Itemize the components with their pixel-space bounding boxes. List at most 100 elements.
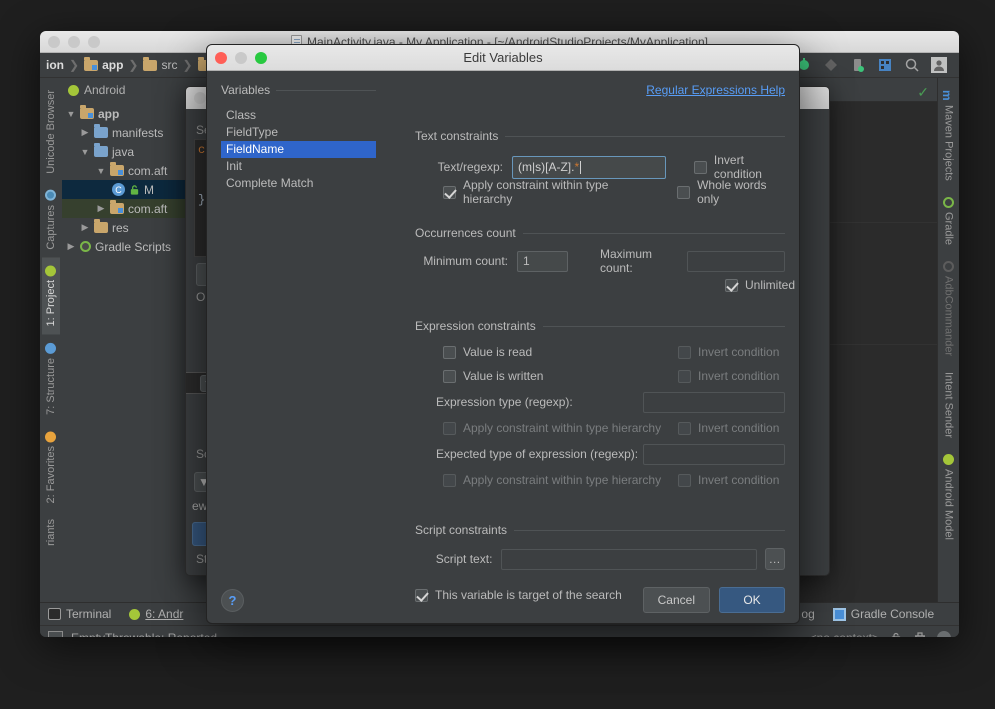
edit-variables-dialog[interactable]: Edit Variables Regular Expressions Help … [206, 44, 800, 624]
checkbox-box[interactable] [677, 185, 691, 199]
tool-window-terminal[interactable]: Terminal [48, 607, 111, 621]
expand-arrow-right-icon[interactable]: ▶ [80, 127, 90, 138]
script-browse-button[interactable]: … [765, 548, 785, 570]
folder-blue-icon [94, 143, 108, 157]
maximum-count-label: Maximum count: [600, 247, 653, 275]
unlock-status-icon[interactable] [889, 631, 903, 637]
ide-status-bar: EmptyThrowable: Reported <no context> [40, 625, 959, 637]
checkbox-box[interactable] [443, 185, 456, 199]
expression-type-input[interactable] [643, 391, 785, 413]
expand-arrow-down-icon[interactable]: ▼ [96, 166, 106, 176]
sidebar-item-adbcommander[interactable]: AdbCommander [940, 253, 958, 364]
variable-item-class[interactable]: Class [221, 107, 376, 124]
event-log-icon[interactable] [48, 631, 63, 637]
unlimited-checkbox[interactable]: Unlimited [725, 273, 795, 297]
sidebar-item-android-model[interactable]: Android Model [940, 446, 958, 548]
checkbox-label: Whole words only [697, 178, 767, 206]
sidebar-label: 7: Structure [45, 357, 57, 415]
ok-button[interactable]: OK [719, 587, 785, 613]
user-icon[interactable] [931, 57, 947, 73]
tool-window-android-monitor[interactable]: 6: Andr [129, 607, 183, 621]
text-regexp-input[interactable]: (m|s)[A-Z]. * [512, 155, 666, 179]
checkbox-box[interactable] [693, 160, 707, 174]
expand-arrow-right-icon[interactable]: ▶ [80, 222, 90, 233]
sidebar-item-captures[interactable]: Captures [42, 182, 60, 258]
variable-item-complete-match[interactable]: Complete Match [221, 175, 376, 192]
checkbox-box[interactable] [678, 421, 691, 435]
breadcrumb-item-1[interactable]: app [84, 56, 123, 72]
group-label: Text constraints [415, 129, 499, 143]
variable-item-init[interactable]: Init [221, 158, 376, 175]
sidebar-item-favorites[interactable]: 2: Favorites [42, 423, 60, 511]
breadcrumb-item-2[interactable]: src [143, 56, 177, 72]
dialog-close-button[interactable] [215, 51, 227, 64]
script-text-input[interactable] [501, 548, 758, 570]
checkbox-box[interactable] [443, 345, 456, 359]
checkbox-label: Value is written [463, 369, 544, 383]
search-icon[interactable] [904, 57, 920, 73]
value-is-read-invert-checkbox[interactable]: Invert condition [678, 340, 779, 364]
sidebar-item-gradle[interactable]: Gradle [940, 189, 958, 253]
bg-dialog-close-button[interactable] [194, 92, 206, 104]
exp-apply-hierarchy-checkbox[interactable]: Apply constraint within type hierarchy [443, 468, 678, 492]
exp-apply-invert-checkbox[interactable]: Invert condition [678, 468, 779, 492]
dialog-maximize-button[interactable] [255, 51, 267, 64]
minimum-count-input[interactable] [517, 250, 569, 272]
expand-arrow-right-icon[interactable]: ▶ [96, 203, 106, 214]
checkbox-box[interactable] [678, 345, 691, 359]
variable-is-target-checkbox[interactable]: This variable is target of the search [415, 583, 622, 607]
sidebar-item-intent-sender[interactable]: Intent Sender [940, 364, 958, 446]
expr-apply-hierarchy-checkbox[interactable]: Apply constraint within type hierarchy [443, 416, 678, 440]
sidebar-label: Maven Projects [942, 105, 955, 181]
sidebar-item-maven-projects[interactable]: m Maven Projects [940, 82, 958, 189]
expand-arrow-down-icon[interactable]: ▼ [66, 109, 76, 119]
expand-arrow-down-icon[interactable]: ▼ [80, 147, 90, 157]
sidebar-item-structure[interactable]: 7: Structure [42, 335, 60, 423]
tool-window-log[interactable]: og [801, 607, 814, 621]
tool-window-gradle-console[interactable]: Gradle Console [832, 607, 934, 621]
expected-type-hierarchy-row: Apply constraint within type hierarchy I… [415, 468, 785, 492]
checkbox-box[interactable] [725, 278, 738, 292]
sidebar-item-variants[interactable]: riants [42, 511, 60, 554]
checkbox-box[interactable] [678, 473, 691, 487]
maximum-count-input[interactable] [687, 250, 785, 272]
checkbox-box[interactable] [443, 421, 456, 435]
variable-item-fieldtype[interactable]: FieldType [221, 124, 376, 141]
sidebar-label: AdbCommander [942, 275, 955, 356]
variables-list[interactable]: Class FieldType FieldName Init Complete … [221, 107, 376, 192]
variable-item-fieldname[interactable]: FieldName [221, 141, 376, 158]
checkbox-box[interactable] [443, 473, 456, 487]
whole-words-only-checkbox[interactable]: Whole words only [677, 178, 785, 206]
value-is-read-checkbox[interactable]: Value is read [443, 340, 678, 364]
inspector-status-icon[interactable] [913, 631, 927, 637]
sidebar-label: Captures [45, 204, 57, 250]
text-invert-condition-checkbox[interactable]: Invert condition [693, 153, 785, 181]
layout-inspector-icon[interactable] [877, 57, 893, 73]
expand-arrow-right-icon[interactable]: ▶ [66, 241, 76, 252]
sidebar-item-project[interactable]: 1: Project [42, 257, 60, 335]
dialog-titlebar: Edit Variables [207, 45, 799, 71]
regular-expressions-help-link[interactable]: Regular Expressions Help [646, 83, 785, 97]
memory-indicator-icon[interactable] [937, 630, 951, 637]
sdk-manager-icon[interactable] [823, 57, 839, 73]
expected-type-input[interactable] [643, 443, 785, 465]
cancel-button[interactable]: Cancel [642, 587, 710, 613]
dialog-window-controls[interactable] [215, 51, 267, 64]
help-button[interactable]: ? [221, 589, 244, 612]
checkbox-box[interactable] [443, 369, 456, 383]
apply-constraint-hierarchy-checkbox[interactable]: Apply constraint within type hierarchy [443, 178, 648, 206]
occurrences-count-group: Occurrences count Minimum count: Maximum… [415, 226, 795, 297]
value-is-written-invert-checkbox[interactable]: Invert condition [678, 364, 779, 388]
breadcrumb-item-0[interactable]: ion [46, 58, 64, 72]
checkbox-box[interactable] [678, 369, 691, 383]
checkbox-box[interactable] [415, 588, 428, 602]
value-is-written-checkbox[interactable]: Value is written [443, 364, 678, 388]
dialog-minimize-button[interactable] [235, 51, 247, 64]
right-tool-window-bar: m Maven Projects Gradle AdbCommander Int… [937, 78, 959, 602]
value-is-written-row: Value is written Invert condition [415, 364, 785, 388]
expr-apply-invert-checkbox[interactable]: Invert condition [678, 416, 779, 440]
device-monitor-icon[interactable] [850, 57, 866, 73]
sidebar-item-unicode-browser[interactable]: Unicode Browser [42, 82, 60, 182]
sidebar-label: Android Model [942, 469, 955, 540]
value-is-read-row: Value is read Invert condition [415, 340, 785, 364]
